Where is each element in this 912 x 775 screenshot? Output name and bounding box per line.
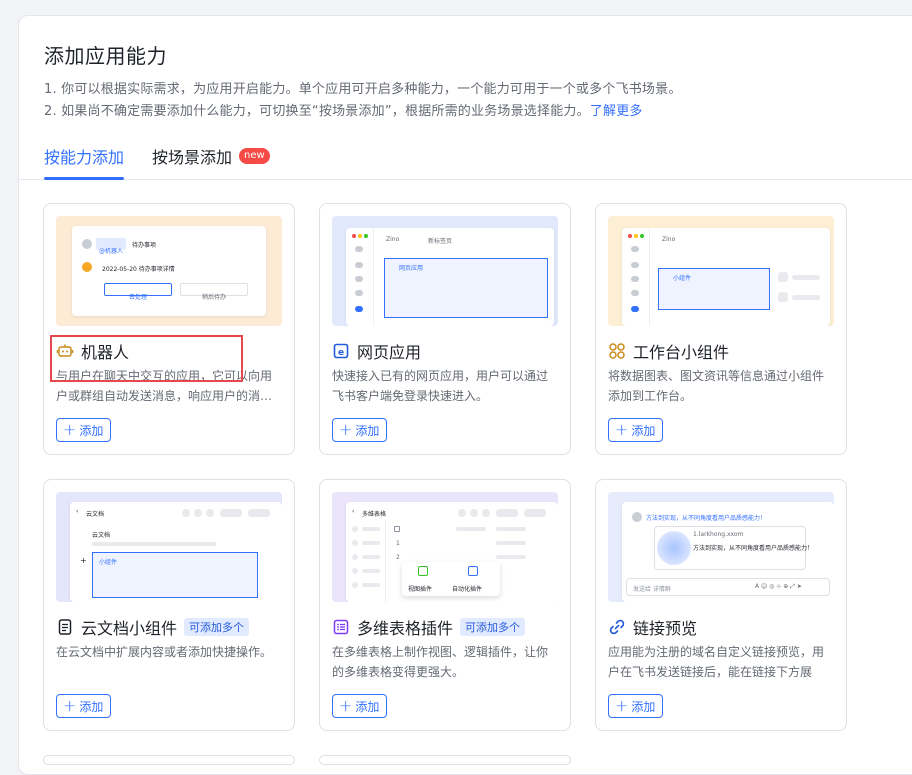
page-title: 添加应用能力 [44, 44, 167, 68]
link-preview-card-header: 链接预览 [608, 616, 697, 638]
base-plugin-card-desc: 在多维表格上制作视图、逻辑插件，让你的多维表格变得更强大。 [332, 645, 549, 679]
add-button-label: 添加 [79, 699, 104, 714]
preview-row2: 2 [396, 554, 400, 561]
ability-card-workplace-widget[interactable]: Zino 小组件 工作台小组件 将数据图表、图文资讯等信息通过小组件添加到工作台… [595, 203, 847, 455]
description-line-1: 1. 你可以根据实际需求，为应用开启能力。单个应用可开启多种能力，一个能力可用于… [44, 82, 682, 97]
preview-date-line: 2022-05-20 待办事项详情 [102, 266, 175, 273]
web-app-card-header: e 网页应用 [332, 340, 421, 362]
plus-icon: + [615, 420, 629, 439]
svg-text:e: e [338, 348, 344, 358]
doc-widget-card-header: 云文档小组件 可添加多个 [56, 616, 250, 638]
ability-card-partial-1 [43, 755, 295, 765]
preview-chip: @机器人 [99, 248, 124, 255]
add-doc-widget-button[interactable]: + 添加 [56, 694, 112, 718]
ability-card-web-app[interactable]: Zino 新标签页 网页应用 e 网页应用 快速接入已有的网页应用，用户可以通过… [319, 203, 571, 455]
doc-widget-card-name: 云文档小组件 [81, 619, 178, 638]
bot-preview: @机器人 待办事项 2022-05-20 待办事项详情 去处理 稍后待办 [56, 216, 282, 326]
add-web-app-button[interactable]: + 添加 [332, 418, 388, 442]
preview-doc-title: 云文档 [92, 532, 111, 539]
add-button-label: 添加 [355, 699, 380, 714]
doc-widget-card-desc: 在云文档中扩展内容或者添加快捷操作。 [56, 645, 273, 659]
base-plugin-card-header: 多维表格插件 可添加多个 [332, 616, 526, 638]
preview-row1: 1 [396, 540, 400, 547]
workplace-widget-card-desc: 将数据图表、图文资讯等信息通过小组件添加到工作台。 [608, 369, 825, 403]
link-preview-card-name: 链接预览 [633, 619, 698, 638]
multi-add-tag: 可添加多个 [184, 618, 250, 636]
preview-tab2: 新标签页 [428, 238, 453, 245]
web-app-card-desc: 快速接入已有的网页应用，用户可以通过飞书客户端免登录快速进入。 [332, 369, 549, 403]
bot-card-name: 机器人 [81, 343, 130, 362]
robot-icon [56, 342, 74, 360]
ability-card-partial-2 [319, 755, 571, 765]
description-line-2: 2. 如果尚不确定需要添加什么能力，可切换至“按场景添加”，根据所需的业务场景选… [44, 100, 643, 119]
description-line-2-text: 2. 如果尚不确定需要添加什么能力，可切换至“按场景添加”，根据所需的业务场景选… [44, 104, 590, 119]
ability-card-bot[interactable]: @机器人 待办事项 2022-05-20 待办事项详情 去处理 稍后待办 机器人… [43, 203, 295, 455]
widget-grid-icon [608, 342, 626, 360]
ability-card-doc-widget[interactable]: ‹ 云文档 云文档 + 小组件 云文档小组件 可添加多个 在云文档中扩展内容或者… [43, 479, 295, 731]
plus-icon: + [63, 696, 77, 715]
plus-icon: + [339, 420, 353, 439]
add-workplace-widget-button[interactable]: + 添加 [608, 418, 664, 442]
preview-plugin2: 自动化插件 [452, 586, 483, 593]
multi-add-tag: 可添加多个 [460, 618, 526, 636]
doc-widget-preview: ‹ 云文档 云文档 + 小组件 [56, 492, 282, 602]
add-link-preview-button[interactable]: + 添加 [608, 694, 664, 718]
preview-card-text: 方法到实现，从不同角度看用户品质感能力！ [693, 545, 814, 552]
preview-box: 小组件 [673, 275, 692, 282]
link-icon [608, 618, 626, 636]
tab-by-scene[interactable]: 按场景添加 [152, 144, 232, 168]
add-base-plugin-button[interactable]: + 添加 [332, 694, 388, 718]
preview-box: 网页应用 [399, 265, 424, 272]
add-button-label: 添加 [631, 699, 656, 714]
plus-icon: + [615, 696, 629, 715]
link-preview-card-desc: 应用能为注册的域名自定义链接预览，用户在飞书发送链接后，能在链接下方展示… [608, 645, 825, 679]
workplace-widget-card-name: 工作台小组件 [633, 343, 730, 362]
workplace-widget-preview: Zino 小组件 [608, 216, 834, 326]
preview-plugin1: 视图插件 [408, 586, 433, 593]
preview-link: 1.larkhong.xxom [693, 531, 744, 538]
ability-card-base-plugin[interactable]: ‹ 多维表格 1 2 视图插件 自动化插件 多维表格插件 可添加多个 在多维表格… [319, 479, 571, 731]
learn-more-link[interactable]: 了解更多 [590, 104, 643, 119]
webpage-icon: e [332, 342, 350, 360]
preview-header: 云文档 [86, 511, 105, 518]
plus-icon: + [63, 420, 77, 439]
add-button-label: 添加 [631, 423, 656, 438]
preview-msg: 方法到实现，从不同角度看用户品质感能力！ [646, 515, 767, 522]
link-preview-preview: 方法到实现，从不同角度看用户品质感能力！ 1.larkhong.xxom 方法到… [608, 492, 834, 602]
preview-box: 小组件 [99, 559, 118, 566]
preview-header: 多维表格 [362, 511, 387, 518]
add-button-label: 添加 [355, 423, 380, 438]
tab-by-ability[interactable]: 按能力添加 [44, 144, 125, 180]
plus-icon: + [339, 696, 353, 715]
preview-tab1: Zino [662, 236, 676, 243]
preview-tab1: Zino [386, 236, 400, 243]
ability-card-link-preview[interactable]: 方法到实现，从不同角度看用户品质感能力！ 1.larkhong.xxom 方法到… [595, 479, 847, 731]
document-icon [56, 618, 74, 636]
web-app-card-name: 网页应用 [357, 343, 422, 362]
new-badge: new [239, 148, 270, 164]
add-button-label: 添加 [79, 423, 104, 438]
base-plugin-preview: ‹ 多维表格 1 2 视图插件 自动化插件 [332, 492, 558, 602]
web-app-preview: Zino 新标签页 网页应用 [332, 216, 558, 326]
preview-btn2: 稍后待办 [201, 294, 226, 301]
preview-btn1: 去处理 [128, 294, 147, 301]
add-bot-button[interactable]: + 添加 [56, 418, 112, 442]
base-plugin-card-name: 多维表格插件 [357, 619, 454, 638]
bot-card-desc: 与用户在聊天中交互的应用，它可以向用户或群组自动发送消息，响应用户的消… [56, 369, 273, 403]
preview-input: 发送给 详情群 [633, 586, 671, 593]
preview-task: 待办事项 [132, 242, 157, 249]
bot-card-header: 机器人 [56, 340, 129, 362]
tab-bar: 按能力添加 按场景添加 new [19, 144, 912, 180]
table-list-icon [332, 618, 350, 636]
workplace-widget-card-header: 工作台小组件 [608, 340, 729, 362]
